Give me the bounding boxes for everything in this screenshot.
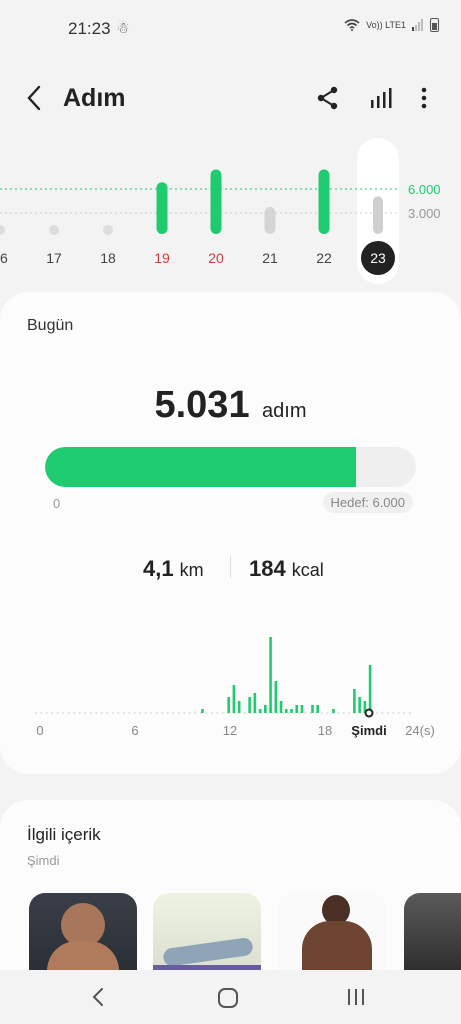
day-label-22: 22 (316, 250, 332, 266)
hourly-tick-label: 12 (223, 723, 237, 738)
day-label-18: 18 (100, 250, 116, 266)
step-progress-fill (45, 447, 357, 487)
hour-bar (316, 705, 320, 713)
hour-bar (358, 697, 361, 713)
page-title: Adım (63, 84, 126, 112)
day-label-16: 16 (0, 250, 8, 266)
calories-value: 184 (249, 556, 286, 581)
day-label-21: 21 (262, 250, 278, 266)
hour-bar (290, 709, 293, 713)
nav-recents-button[interactable] (346, 988, 366, 1006)
hour-bar (269, 637, 272, 713)
network-text: Vo)) LTE1 (366, 20, 406, 30)
step-unit: adım (262, 400, 307, 422)
goal-label-badge: Hedef: 6.000 (322, 492, 413, 513)
hour-bar (295, 705, 299, 713)
day-label-17: 17 (46, 250, 62, 266)
hour-bar (258, 709, 262, 713)
hour-bar (227, 697, 230, 713)
day-label-20: 20 (208, 250, 224, 266)
hourly-tick-label: 18 (318, 723, 332, 738)
distance-unit: km (179, 560, 204, 580)
week-bar-20[interactable] (210, 169, 222, 235)
week-dot-18[interactable] (103, 225, 113, 235)
hour-bar (274, 681, 278, 713)
hourly-tick-label: 6 (131, 723, 138, 738)
step-progress-bar (45, 447, 416, 487)
goal-label: 6.000 (408, 182, 441, 197)
bar-chart-icon[interactable] (367, 84, 395, 112)
hour-bar (264, 705, 267, 713)
status-icons: Vo)) LTE1 (344, 18, 439, 32)
week-dot-16[interactable] (0, 225, 5, 235)
hour-bar (300, 705, 304, 713)
distance-stat: 4,1 km (143, 556, 204, 582)
hour-bar (284, 709, 288, 713)
day-label-19: 19 (154, 250, 170, 266)
hour-bar (353, 689, 356, 713)
calories-stat: 184 kcal (249, 556, 324, 582)
week-bar-21[interactable] (264, 207, 276, 234)
nav-back-button[interactable] (90, 987, 106, 1007)
hour-bar (311, 705, 314, 713)
hour-bar (232, 685, 236, 713)
stat-divider (230, 556, 231, 578)
status-bar: 21:23 ☃ Vo)) LTE1 (0, 0, 461, 56)
today-heading: Bugün (27, 317, 74, 334)
day-label-23: 23 (370, 250, 386, 266)
step-count: 5.031 (154, 384, 250, 426)
hour-bar (248, 697, 251, 713)
notification-ghost-icon: ☃ (116, 20, 130, 37)
hourly-tick-label: 0 (36, 723, 43, 738)
app-bar: Adım (0, 70, 461, 126)
battery-icon (430, 18, 439, 32)
wifi-icon (344, 19, 360, 31)
hour-bar (279, 701, 283, 713)
hour-bar (253, 693, 257, 713)
hour-bar (201, 709, 204, 713)
plank-figure (162, 936, 254, 968)
related-subheading: Şimdi (27, 853, 60, 868)
hourly-tick-label: Şimdi (351, 723, 386, 738)
hourly-steps-chart[interactable]: 0 6 12 18 Şimdi 24(s) (0, 620, 461, 750)
calories-unit: kcal (291, 560, 324, 580)
signal-icon (412, 19, 423, 31)
step-count-display: 5.031 adım (0, 384, 461, 427)
hourly-tick-label: 24(s) (405, 723, 435, 738)
system-nav-bar (0, 970, 461, 1024)
related-heading: İlgili içerik (27, 825, 101, 844)
mid-label: 3.000 (408, 206, 441, 221)
hour-bar (332, 709, 335, 713)
progress-start-label: 0 (53, 496, 61, 511)
hour-bar (237, 701, 241, 713)
week-bar-23[interactable] (373, 196, 383, 234)
now-marker (364, 708, 374, 718)
status-time: 21:23 (68, 19, 111, 38)
weekly-steps-chart[interactable]: 6.000 3.000 16 17 18 19 20 21 22 23 (0, 130, 461, 290)
week-bar-22[interactable] (318, 169, 330, 235)
share-icon[interactable] (314, 84, 342, 112)
back-icon[interactable] (24, 84, 44, 114)
nav-home-button[interactable] (217, 987, 239, 1009)
distance-value: 4,1 (143, 556, 174, 581)
more-vert-icon[interactable] (410, 84, 438, 112)
week-bar-19[interactable] (156, 182, 168, 234)
week-dot-17[interactable] (49, 225, 59, 235)
hour-bar (368, 665, 372, 713)
